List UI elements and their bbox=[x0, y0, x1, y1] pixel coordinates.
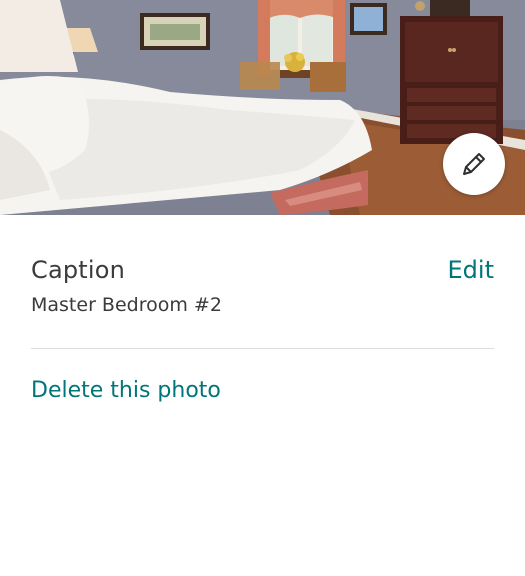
photo-detail-screen: Caption Edit Master Bedroom #2 Delete th… bbox=[0, 0, 525, 576]
room-photo bbox=[0, 0, 525, 215]
caption-title: Caption bbox=[31, 256, 126, 284]
caption-header: Caption Edit bbox=[31, 252, 494, 288]
caption-text: Master Bedroom #2 bbox=[31, 294, 222, 316]
divider bbox=[31, 348, 494, 349]
edit-caption-link[interactable]: Edit bbox=[448, 256, 494, 284]
pencil-icon bbox=[463, 153, 485, 175]
edit-photo-button[interactable] bbox=[443, 133, 505, 195]
delete-photo-link[interactable]: Delete this photo bbox=[31, 378, 221, 403]
bedroom-photo-illustration bbox=[0, 0, 525, 215]
